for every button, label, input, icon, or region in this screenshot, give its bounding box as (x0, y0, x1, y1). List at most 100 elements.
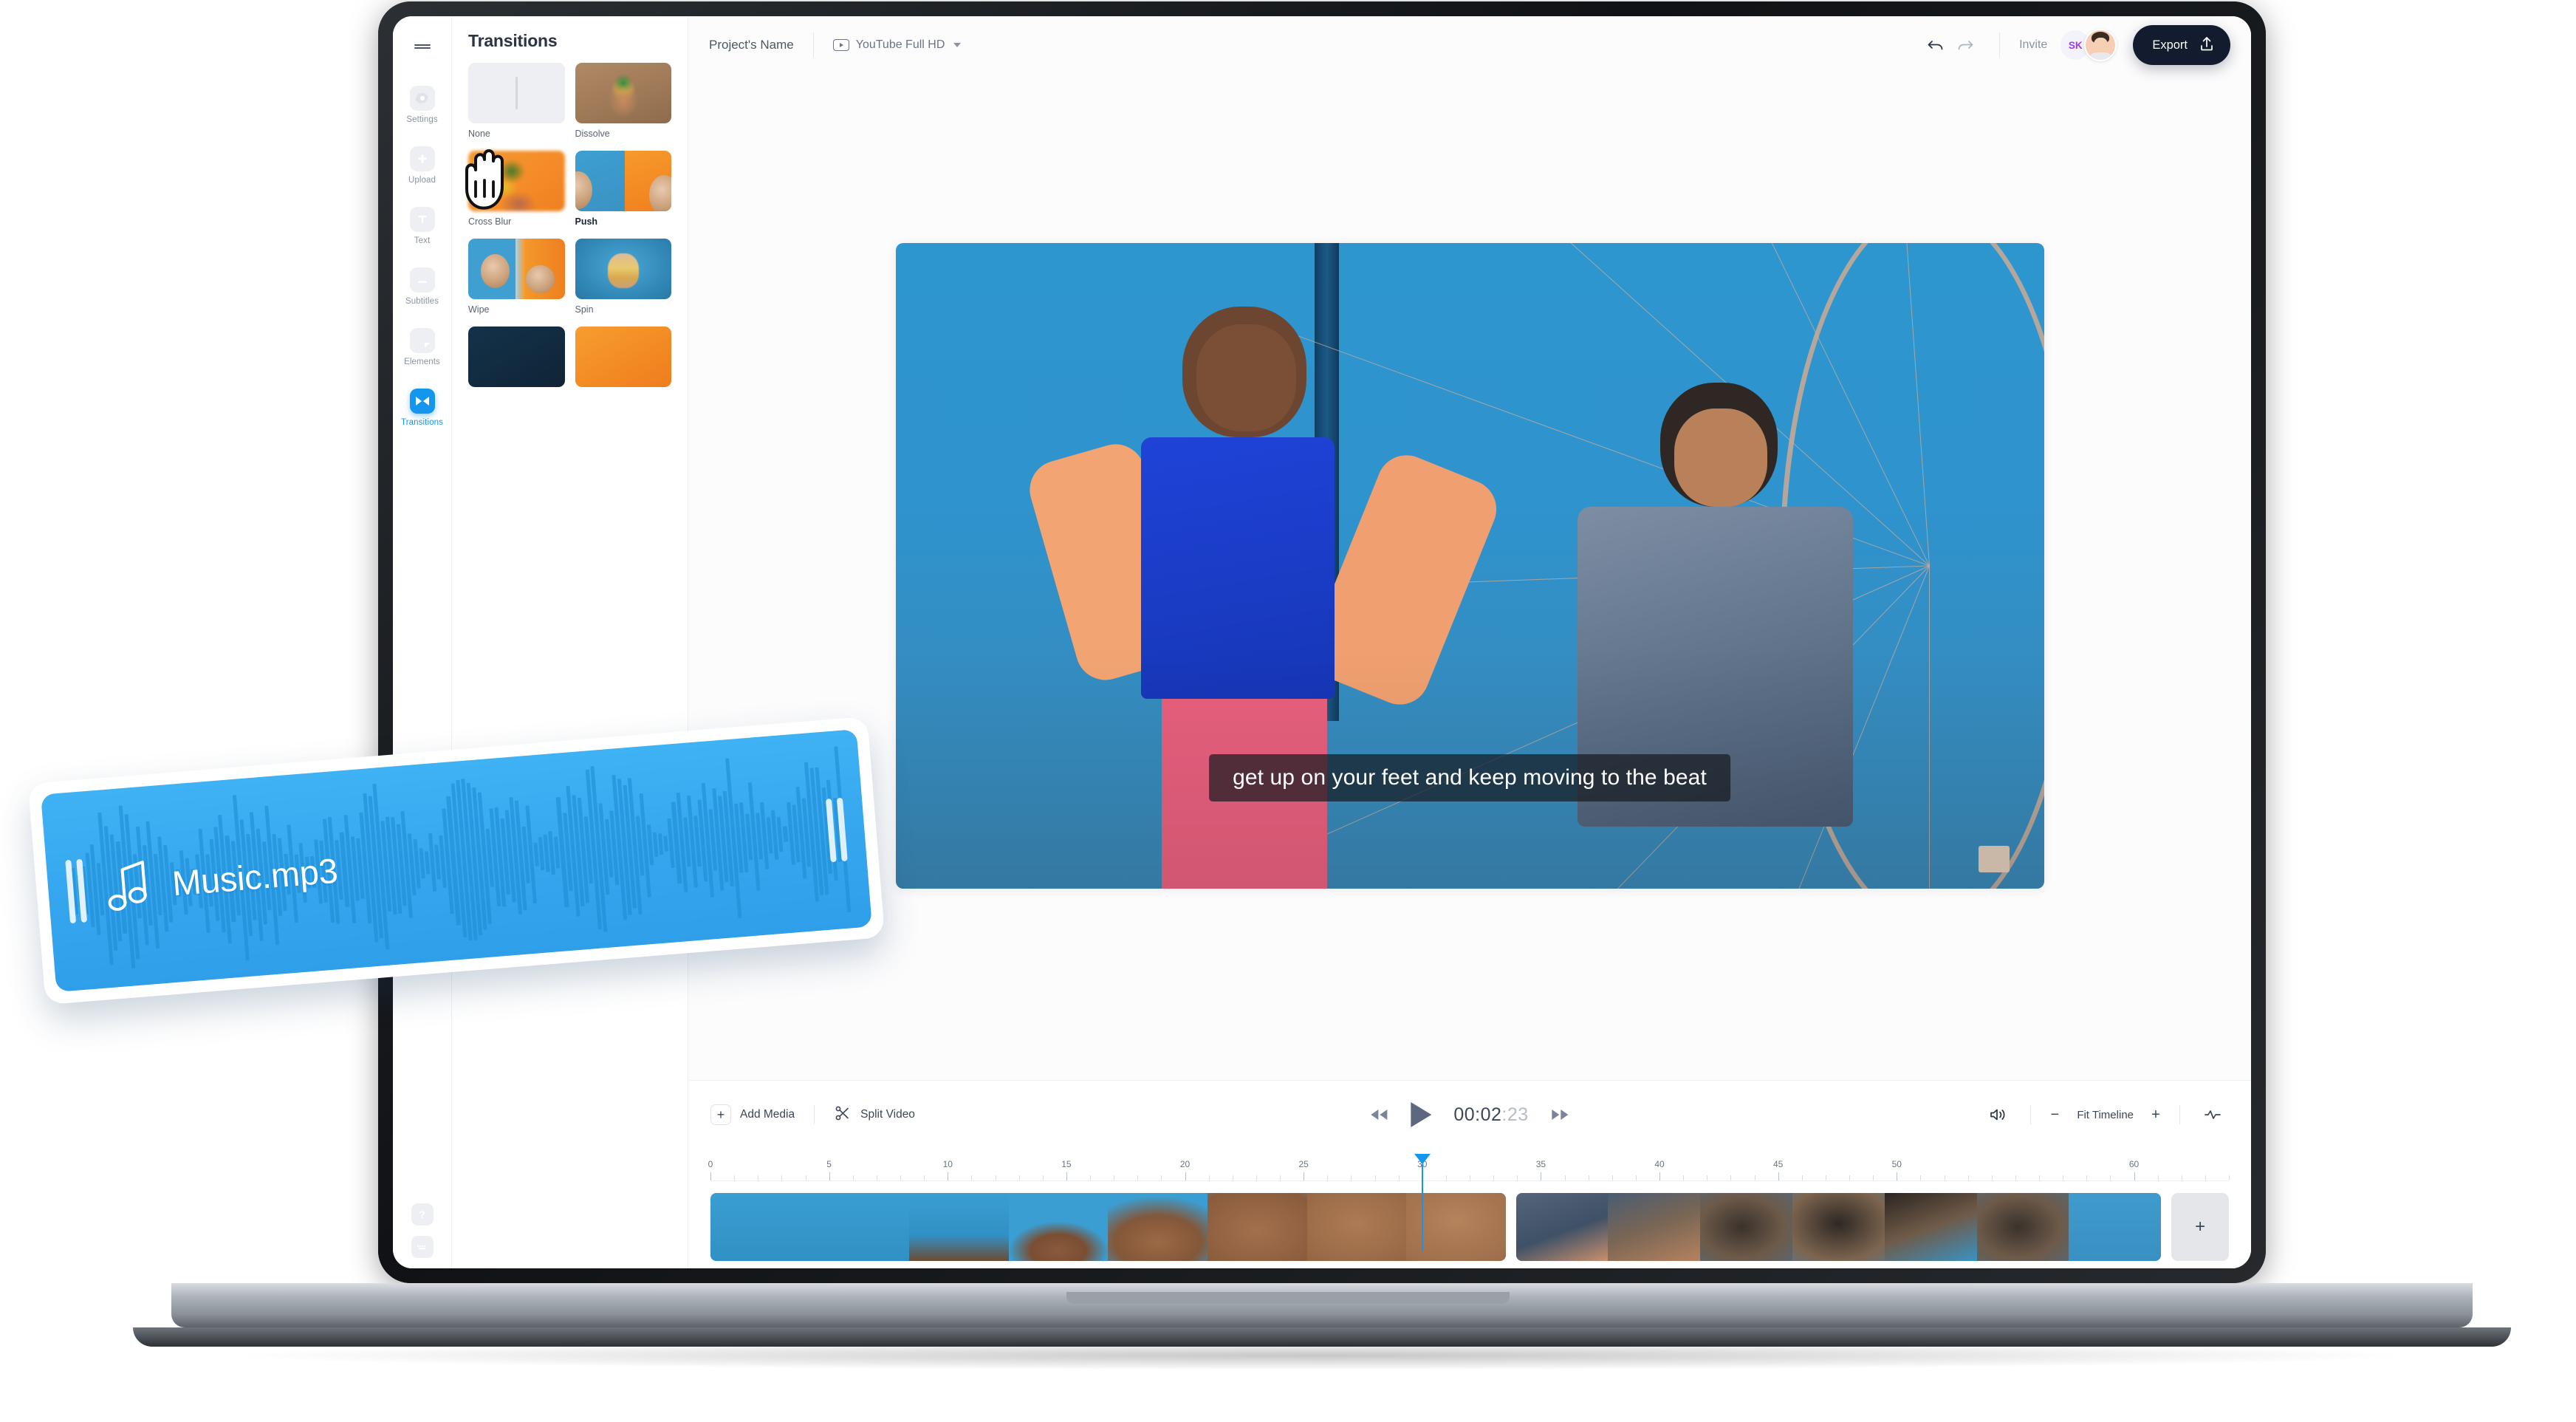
avatar[interactable] (2084, 29, 2117, 61)
sidebar-item-subtitles[interactable]: Subtitles (393, 260, 452, 312)
add-clip-button[interactable]: + (2171, 1193, 2229, 1261)
zoom-level-label[interactable]: Fit Timeline (2077, 1109, 2134, 1121)
ruler-tick (1493, 1175, 1495, 1180)
ruler-tick (734, 1175, 736, 1180)
transition-thumbnail (468, 63, 565, 123)
keyboard-icon[interactable] (411, 1236, 434, 1258)
ruler-tick (2205, 1175, 2206, 1180)
page-title: Transitions (468, 31, 558, 50)
ruler-tick-label: 45 (1772, 1159, 1784, 1169)
app-main: Settings Upload Text Subtitles Elements … (393, 16, 2251, 1268)
export-button[interactable]: Export (2133, 25, 2230, 65)
zoom-in-button[interactable]: + (2148, 1107, 2163, 1122)
ruler-tick (2110, 1175, 2111, 1180)
transition-label: Wipe (468, 304, 490, 315)
add-media-label: Add Media (740, 1108, 795, 1121)
ruler-tick (1398, 1175, 1400, 1180)
ruler-tick (1801, 1175, 1803, 1180)
sidebar-item-transitions[interactable]: Transitions (393, 381, 452, 433)
ruler-tick (1635, 1175, 1637, 1180)
transition-label: None (468, 129, 490, 139)
ruler-tick (1920, 1175, 1922, 1180)
transition-label: Cross Blur (468, 216, 512, 227)
laptop-screen: Settings Upload Text Subtitles Elements … (393, 16, 2251, 1268)
timeline: + Add Media Split Video 00:02:23 − Fit T… (688, 1080, 2251, 1268)
zoom-controls: − Fit Timeline + (2047, 1107, 2163, 1122)
ruler-tick (1327, 1175, 1329, 1180)
ruler-tick (1042, 1175, 1044, 1180)
preview-corner-element (1978, 846, 2010, 873)
timeline-clip[interactable] (710, 1193, 1506, 1261)
divider (2179, 1105, 2180, 1124)
project-name[interactable]: Project's Name (709, 38, 794, 52)
ruler-tick-label: 35 (1535, 1159, 1546, 1169)
transition-card-none[interactable]: None (468, 63, 565, 139)
playback-controls: 00:02:23 (1369, 1102, 1569, 1127)
preset-selector[interactable]: YouTube Full HD (832, 38, 962, 52)
ruler-tick-label: 5 (826, 1159, 832, 1169)
split-video-button[interactable]: Split Video (834, 1104, 915, 1126)
transition-card-dissolve[interactable]: Dissolve (575, 63, 671, 139)
video-preview[interactable]: get up on your feet and keep moving to t… (895, 243, 2044, 889)
rewind-icon[interactable] (1369, 1108, 1388, 1121)
transition-thumbnail (575, 151, 671, 211)
audio-waveform-icon[interactable] (2196, 1098, 2229, 1131)
top-bar: Project's Name YouTube Full HD Invite SK… (688, 16, 2251, 74)
ruler-tick (1873, 1175, 1874, 1180)
playhead-line (1421, 1164, 1423, 1251)
ruler-tick (1730, 1175, 1732, 1180)
play-icon[interactable] (1411, 1102, 1432, 1127)
playhead[interactable] (1414, 1154, 1431, 1251)
divider (814, 1105, 815, 1124)
ruler-tick (1090, 1175, 1091, 1180)
ruler-tick (1351, 1175, 1352, 1180)
fast-forward-icon[interactable] (1551, 1108, 1570, 1121)
ruler-tick-label: 25 (1298, 1159, 1309, 1169)
ruler-tick (1137, 1175, 1139, 1180)
sidebar-item-text[interactable]: Text (393, 199, 452, 251)
sidebar-item-upload[interactable]: Upload (393, 139, 452, 191)
timeline-toolbar: + Add Media Split Video 00:02:23 − Fit T… (688, 1081, 2251, 1149)
preset-label: YouTube Full HD (855, 38, 945, 51)
invite-button[interactable]: Invite (2019, 38, 2047, 52)
sidebar-item-settings[interactable]: Settings (393, 78, 452, 130)
timeline-ruler[interactable]: 0510152025303540455060 (708, 1149, 2230, 1251)
ruler-tick-label: 60 (2128, 1159, 2140, 1169)
laptop-base (171, 1283, 2473, 1327)
timeline-clip[interactable] (1515, 1193, 2162, 1261)
transition-card-push[interactable]: Push (575, 151, 671, 227)
ruler-tick (2134, 1172, 2135, 1180)
ruler-tick (2015, 1175, 2016, 1180)
ruler-tick (1066, 1172, 1067, 1180)
redo-arrow-icon[interactable] (1950, 30, 1980, 60)
ruler-tick (1280, 1175, 1281, 1180)
transitions-icon (409, 389, 435, 414)
transition-thumbnail (468, 327, 565, 387)
timecode: 00:02:23 (1453, 1104, 1528, 1126)
preview-caption[interactable]: get up on your feet and keep moving to t… (1209, 754, 1730, 802)
hamburger-icon[interactable] (407, 31, 438, 62)
transition-card-extra-right[interactable] (575, 327, 671, 387)
ruler-tick (924, 1175, 925, 1180)
help-icon[interactable]: ? (411, 1203, 434, 1226)
left-rail: Settings Upload Text Subtitles Elements … (393, 16, 452, 1268)
transition-card-spin[interactable]: Spin (575, 239, 671, 315)
chevron-down-icon (953, 43, 962, 47)
transition-thumbnail (575, 63, 671, 123)
playhead-handle[interactable] (1414, 1154, 1431, 1164)
ruler-tick (852, 1175, 854, 1180)
waveform-bar (777, 817, 784, 852)
transition-card-extra-left[interactable] (468, 327, 565, 387)
transition-card-wipe[interactable]: Wipe (468, 239, 565, 315)
sidebar-item-elements[interactable]: Elements (393, 321, 452, 372)
timecode-frames: :23 (1501, 1104, 1529, 1125)
ruler-tick (1683, 1175, 1685, 1180)
zoom-out-button[interactable]: − (2047, 1107, 2062, 1122)
video-editor-app: Settings Upload Text Subtitles Elements … (393, 16, 2251, 1268)
undo-arrow-icon[interactable] (1921, 30, 1950, 60)
ruler-tick (2039, 1175, 2040, 1180)
transition-thumbnail (575, 327, 671, 387)
ruler-tick-label: 40 (1654, 1159, 1665, 1169)
add-media-button[interactable]: + Add Media (710, 1104, 795, 1125)
volume-icon[interactable] (1981, 1098, 2014, 1131)
